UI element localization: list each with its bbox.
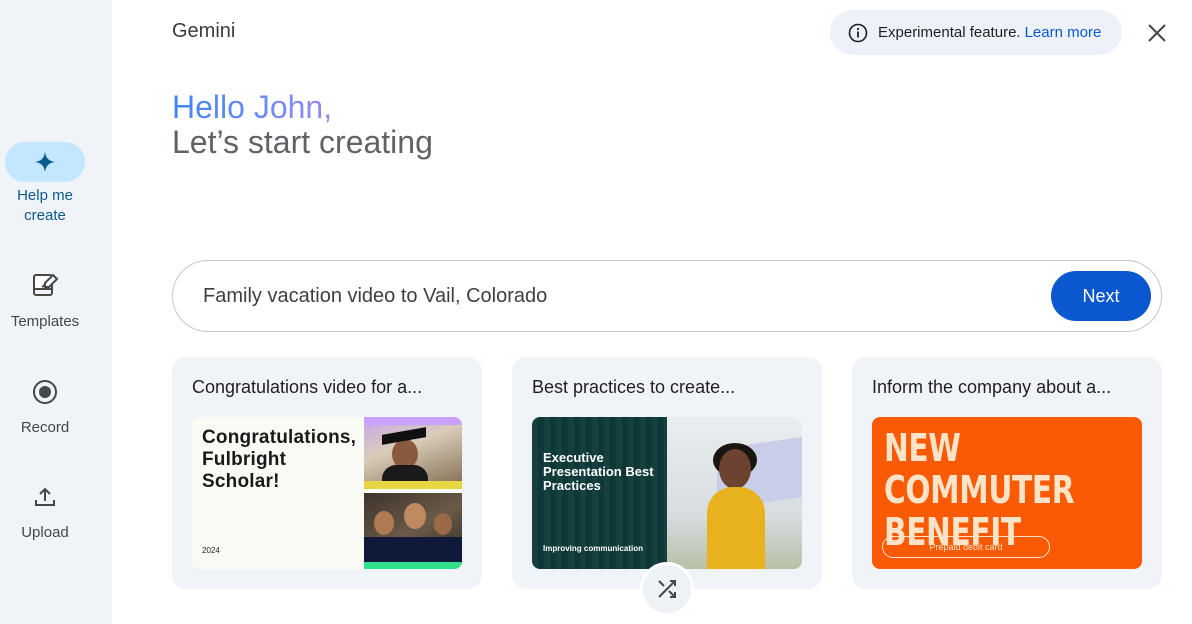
sidebar-item-label: Templates — [10, 313, 80, 330]
suggestion-card-congratulations[interactable]: Congratulations video for a... Congratul… — [172, 357, 482, 589]
greeting-name: Hello John, — [172, 89, 333, 125]
close-icon — [1148, 24, 1166, 42]
suggestion-card-commuter-benefit[interactable]: Inform the company about a... NEW COMMUT… — [852, 357, 1162, 589]
sparkle-icon — [5, 142, 85, 182]
thumbnail-heading: Executive Presentation Best Practices — [543, 450, 654, 493]
templates-icon — [5, 266, 85, 306]
upload-icon — [5, 477, 85, 517]
suggestion-card-best-practices[interactable]: Best practices to create... Executive Pr… — [512, 357, 822, 589]
presenter-photo — [667, 417, 802, 569]
prompt-box: Next — [172, 260, 1162, 332]
sidebar-item-label: Upload — [21, 524, 69, 541]
sidebar-item-upload[interactable]: Upload — [0, 477, 90, 543]
prompt-input[interactable] — [203, 285, 1023, 308]
thumbnail-subtitle: Improving communication — [543, 544, 644, 553]
thumbnail-heading: NEW COMMUTER BENEFIT — [884, 426, 1075, 554]
suggestion-card-title: Inform the company about a... — [872, 377, 1112, 397]
suggestion-card-title: Congratulations video for a... — [192, 377, 423, 397]
learn-more-link[interactable]: Learn more — [1025, 24, 1102, 41]
graduates-photo — [364, 493, 462, 569]
sidebar-item-label: Help me create — [17, 187, 73, 224]
thumbnail-heading: Congratulations, Fulbright Scholar! — [202, 427, 357, 492]
suggestion-thumbnail: Executive Presentation Best Practices Im… — [532, 417, 802, 569]
info-icon — [848, 23, 868, 43]
shuffle-button[interactable] — [640, 562, 694, 616]
next-button[interactable]: Next — [1051, 271, 1151, 321]
sidebar-item-help-me-create[interactable]: Help me create — [0, 142, 90, 226]
suggestion-thumbnail: Congratulations, Fulbright Scholar! 2024 — [192, 417, 462, 569]
sidebar-item-label: Record — [20, 419, 70, 436]
sidebar-item-templates[interactable]: Templates — [0, 266, 90, 332]
record-icon — [5, 372, 85, 412]
shuffle-icon — [658, 580, 676, 598]
graduate-photo — [364, 417, 462, 489]
sidebar: Help me create Templates Record Upload — [0, 0, 112, 624]
app-title: Gemini — [172, 20, 236, 42]
sidebar-item-record[interactable]: Record — [0, 372, 90, 438]
suggestion-thumbnail: NEW COMMUTER BENEFIT Prepaid debit card — [872, 417, 1142, 569]
thumbnail-panel: Executive Presentation Best Practices Im… — [532, 417, 667, 569]
thumbnail-subtitle: Prepaid debit card — [882, 536, 1050, 558]
notice-text: Experimental feature. — [878, 24, 1021, 41]
suggestion-card-title: Best practices to create... — [532, 377, 736, 397]
thumbnail-year: 2024 — [202, 546, 220, 555]
greeting-subtitle: Let’s start creating — [172, 124, 433, 160]
experimental-notice: Experimental feature. Learn more — [830, 10, 1122, 55]
close-button[interactable] — [1143, 19, 1171, 47]
